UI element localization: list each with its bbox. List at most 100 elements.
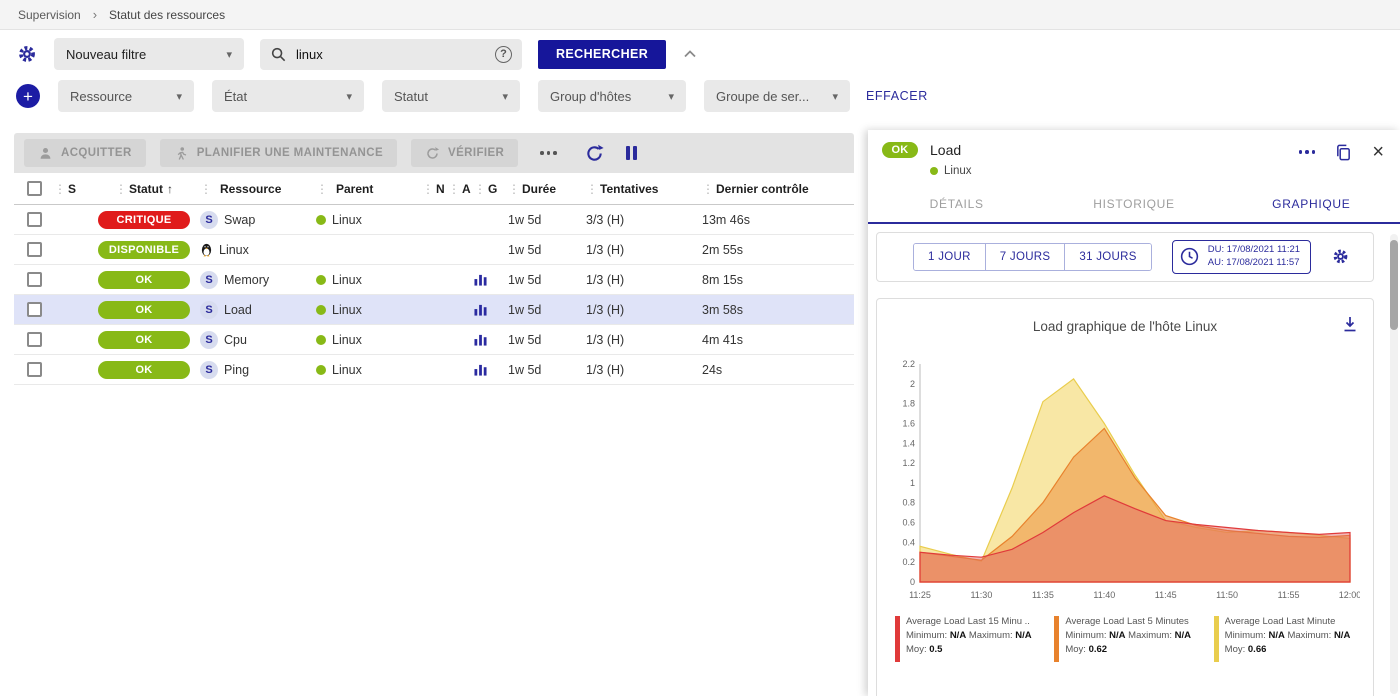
copy-link-icon[interactable] <box>1335 144 1352 161</box>
plan-maintenance-button[interactable]: PLANIFIER UNE MAINTENANCE <box>160 139 397 167</box>
tab-graph[interactable]: GRAPHIQUE <box>1223 185 1400 222</box>
host-up-dot-icon <box>316 305 326 315</box>
column-header-parent[interactable]: Parent <box>316 182 422 196</box>
custom-period-selector[interactable]: DU: 17/08/2021 11:21 AU: 17/08/2021 11:5… <box>1172 240 1311 274</box>
drag-handle-icon <box>508 182 522 196</box>
period-to: AU: 17/08/2021 11:57 <box>1208 257 1300 270</box>
row-checkbox[interactable] <box>27 362 42 377</box>
svg-text:0.8: 0.8 <box>902 497 915 507</box>
row-checkbox[interactable] <box>27 242 42 257</box>
drag-handle-icon <box>586 182 600 196</box>
criteria-servicegroup-select[interactable]: Groupe de ser... ▾ <box>704 80 850 112</box>
legend-item-load-1min[interactable]: Average Load Last Minute Minimum: N/A Ma… <box>1214 616 1365 662</box>
status-badge: OK <box>98 331 190 349</box>
header-parent-label: Parent <box>336 182 373 196</box>
column-header-action[interactable]: A <box>448 182 474 196</box>
graph-icon[interactable] <box>474 334 487 346</box>
chevron-down-icon: ▾ <box>818 90 838 103</box>
row-checkbox[interactable] <box>27 272 42 287</box>
more-actions-icon[interactable] <box>540 151 557 155</box>
acknowledge-button[interactable]: ACQUITTER <box>24 139 146 167</box>
search-box[interactable]: ? <box>260 39 522 70</box>
collapse-filters-chevron-up-icon[interactable] <box>682 46 698 62</box>
resources-table-card: ACQUITTER PLANIFIER UNE MAINTENANCE VÉRI… <box>14 133 854 385</box>
status-badge: OK <box>98 271 190 289</box>
column-header-tries[interactable]: Tentatives <box>586 182 702 196</box>
column-header-status[interactable]: Statut <box>88 182 200 196</box>
saved-filter-select[interactable]: Nouveau filtre ▾ <box>54 38 244 70</box>
tries-value: 1/3 (H) <box>586 303 702 317</box>
clear-filters-button[interactable]: EFFACER <box>866 89 928 103</box>
max-label: Maximum: <box>969 630 1013 641</box>
breadcrumb-supervision[interactable]: Supervision <box>18 8 81 22</box>
avg-value: 0.66 <box>1248 644 1267 655</box>
table-row-linux-host[interactable]: DISPONIBLE Linux 1w 5d 1/3 (H) 2m 55s <box>14 235 854 265</box>
column-header-last-check[interactable]: Dernier contrôle <box>702 182 832 196</box>
criteria-status-select[interactable]: Statut ▾ <box>382 80 520 112</box>
criteria-state-select[interactable]: État ▾ <box>212 80 364 112</box>
header-last-check-label: Dernier contrôle <box>716 182 809 196</box>
tab-details[interactable]: DÉTAILS <box>868 185 1045 222</box>
graph-icon[interactable] <box>474 364 487 376</box>
criteria-status-label: Statut <box>394 89 428 104</box>
check-button[interactable]: VÉRIFIER <box>411 139 518 167</box>
add-criteria-button[interactable]: + <box>16 84 40 108</box>
legend-item-load-5min[interactable]: Average Load Last 5 Minutes Minimum: N/A… <box>1054 616 1205 662</box>
service-icon <box>200 211 218 229</box>
check-label: VÉRIFIER <box>448 147 504 159</box>
range-31-days-button[interactable]: 31 JOURS <box>1065 244 1150 270</box>
select-all-checkbox[interactable] <box>27 181 42 196</box>
graph-settings-gear-icon[interactable] <box>1331 247 1350 266</box>
drag-handle-icon <box>54 182 68 196</box>
column-header-graph[interactable]: G <box>474 182 508 196</box>
chevron-down-icon: ▾ <box>162 90 182 103</box>
column-header-duration[interactable]: Durée <box>508 182 586 196</box>
host-up-dot-icon <box>316 215 326 225</box>
last-check-value: 3m 58s <box>702 303 832 317</box>
range-7-days-button[interactable]: 7 JOURS <box>986 244 1066 270</box>
criteria-resource-select[interactable]: Ressource ▾ <box>58 80 194 112</box>
export-download-icon[interactable] <box>1341 315 1359 333</box>
column-header-resource[interactable]: Ressource <box>200 182 316 196</box>
column-header-notes[interactable]: N <box>422 182 448 196</box>
parent-name: Linux <box>332 333 362 347</box>
max-label: Maximum: <box>1287 630 1331 641</box>
tab-history[interactable]: HISTORIQUE <box>1045 185 1222 222</box>
table-row-ping[interactable]: OK Ping Linux 1w 5d 1/3 (H) 24s <box>14 355 854 385</box>
graph-icon[interactable] <box>474 304 487 316</box>
filter-settings-gear-icon[interactable] <box>16 43 38 65</box>
row-checkbox[interactable] <box>27 302 42 317</box>
table-row-load[interactable]: OK Load Linux 1w 5d 1/3 (H) 3m 58s <box>14 295 854 325</box>
criteria-hostgroup-label: Group d'hôtes <box>550 89 631 104</box>
last-check-value: 2m 55s <box>702 243 832 257</box>
column-header-severity[interactable]: S <box>54 182 88 196</box>
table-row-memory[interactable]: OK Memory Linux 1w 5d 1/3 (H) 8m 15s <box>14 265 854 295</box>
panel-more-actions-icon[interactable] <box>1299 150 1316 154</box>
table-row-swap[interactable]: CRITIQUE Swap Linux 1w 5d 3/3 (H) 13m 46… <box>14 205 854 235</box>
min-value: N/A <box>1268 630 1284 641</box>
pause-auto-refresh-icon[interactable] <box>626 146 638 160</box>
graph-icon[interactable] <box>474 274 487 286</box>
period-to-value: 17/08/2021 11:57 <box>1226 257 1299 268</box>
legend-item-load-15min[interactable]: Average Load Last 15 Minu .. Minimum: N/… <box>895 616 1046 662</box>
svg-text:0.4: 0.4 <box>902 537 915 547</box>
drag-handle-icon <box>316 182 330 196</box>
breadcrumb-resources-status[interactable]: Statut des ressources <box>109 8 225 22</box>
drag-handle-icon <box>422 182 436 196</box>
search-help-icon[interactable]: ? <box>495 46 512 63</box>
panel-scrollbar-thumb[interactable] <box>1390 240 1398 330</box>
row-checkbox[interactable] <box>27 212 42 227</box>
svg-text:0: 0 <box>910 577 915 587</box>
criteria-hostgroup-select[interactable]: Group d'hôtes ▾ <box>538 80 686 112</box>
search-button[interactable]: RECHERCHER <box>538 40 666 69</box>
table-row-cpu[interactable]: OK Cpu Linux 1w 5d 1/3 (H) 4m 41s <box>14 325 854 355</box>
duration-value: 1w 5d <box>508 273 586 287</box>
range-1-day-button[interactable]: 1 JOUR <box>914 244 986 270</box>
max-value: N/A <box>1175 630 1191 641</box>
acknowledge-label: ACQUITTER <box>61 147 132 159</box>
close-panel-icon[interactable]: × <box>1372 142 1384 162</box>
search-input[interactable] <box>296 47 485 62</box>
legend-series-name: Average Load Last 5 Minutes <box>1065 616 1191 627</box>
row-checkbox[interactable] <box>27 332 42 347</box>
refresh-icon[interactable] <box>585 144 604 163</box>
